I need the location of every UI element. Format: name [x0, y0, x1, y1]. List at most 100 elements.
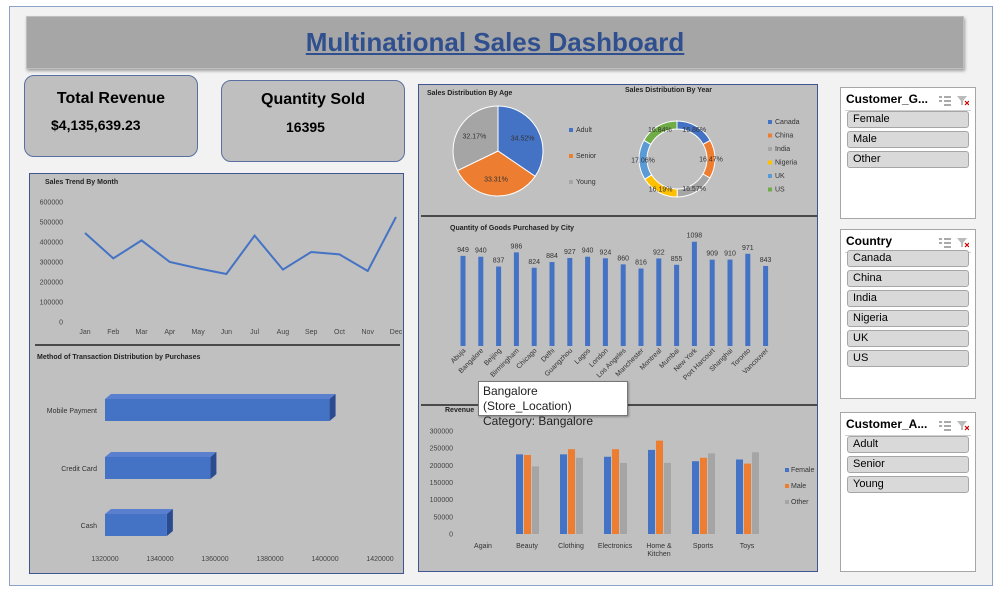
page-title: Multinational Sales Dashboard	[305, 27, 685, 57]
slice-label: 16.57%	[682, 186, 706, 193]
slicer-item-china[interactable]: China	[847, 270, 969, 287]
quantity-sold-value: 16395	[286, 119, 325, 135]
country-slicer[interactable]: Country Canada China India Nigeria UK US	[840, 229, 976, 399]
transaction-bar	[105, 399, 330, 421]
x-tick-label: May	[191, 329, 205, 336]
slicer-item-nigeria[interactable]: Nigeria	[847, 310, 969, 327]
x-tick-label: Again	[474, 543, 492, 550]
x-tick-label: Toys	[740, 543, 755, 550]
bar-top	[105, 509, 173, 514]
revenue-bar	[560, 454, 567, 534]
legend-label: Senior	[576, 153, 597, 160]
multi-select-icon[interactable]	[939, 418, 951, 436]
age-group-slicer[interactable]: Customer_A... Adult Senior Young	[840, 412, 976, 572]
quantity-sold-card: Quantity Sold 16395	[221, 80, 405, 162]
title-banner: Multinational Sales Dashboard	[26, 16, 964, 69]
slice-label: 16.47%	[699, 157, 723, 164]
x-tick-label: Aug	[277, 329, 290, 336]
city-bar	[745, 253, 751, 346]
revenue-bar	[620, 462, 627, 534]
y-tick-label: 300000	[430, 429, 453, 436]
x-tick-label: Jan	[79, 329, 90, 336]
city-bar	[513, 252, 519, 346]
legend-label: Nigeria	[775, 160, 797, 167]
chart-title: Revenue	[445, 407, 474, 414]
slice-label: 16.19%	[649, 186, 673, 193]
revenue-bar	[516, 454, 523, 534]
x-tick-label: Apr	[164, 329, 176, 336]
revenue-bar	[736, 459, 743, 534]
x-tick-label: 1420000	[366, 556, 393, 563]
slice-label: 16.86%	[682, 127, 706, 134]
clear-filter-icon[interactable]	[957, 93, 970, 111]
slice-label: 16.84%	[648, 127, 672, 134]
data-label: 927	[564, 249, 576, 256]
slicer-item-senior[interactable]: Senior	[847, 456, 969, 473]
transaction-bar	[105, 514, 167, 536]
slicer-item-male[interactable]: Male	[847, 131, 969, 148]
revenue-bar	[648, 449, 655, 534]
data-label: 909	[706, 251, 718, 258]
multi-select-icon[interactable]	[939, 93, 951, 111]
clear-filter-icon[interactable]	[957, 418, 970, 436]
age-pie-chart: Sales Distribution By Age 34.52% 33.31% 32.…	[427, 90, 597, 197]
legend-label: India	[775, 146, 790, 153]
data-label: 824	[528, 259, 540, 266]
data-label: 855	[671, 256, 683, 263]
tooltip-line-1: Bangalore (Store_Location)	[483, 384, 572, 413]
city-bar	[567, 257, 573, 346]
chart-tooltip: Bangalore (Store_Location) Category: Ban…	[478, 381, 628, 428]
data-label: 922	[653, 249, 665, 256]
x-tick-label: 1340000	[146, 556, 173, 563]
x-tick-label: 1400000	[311, 556, 338, 563]
slicer-item-female[interactable]: Female	[847, 111, 969, 128]
y-tick-label: 200000	[430, 463, 453, 470]
city-bar	[585, 256, 591, 346]
chart-title: Sales Trend By Month	[45, 179, 118, 186]
quantity-sold-label: Quantity Sold	[261, 91, 365, 108]
city-bar	[496, 266, 502, 346]
y-tick-label: 0	[59, 320, 63, 327]
slicer-item-young[interactable]: Young	[847, 476, 969, 493]
city-bar	[709, 259, 715, 346]
revenue-bar	[532, 466, 539, 534]
y-tick-label: 250000	[430, 446, 453, 453]
slicer-item-india[interactable]: India	[847, 290, 969, 307]
city-bar	[691, 241, 697, 346]
legend-label: Young	[576, 179, 596, 186]
left-charts-svg: Sales Trend By Month 0 100000 200000 300000 4…	[35, 179, 403, 563]
gender-slicer[interactable]: Customer_G... Female Male Other	[840, 87, 976, 219]
data-label: 837	[493, 258, 505, 265]
legend-swatch	[768, 160, 772, 165]
slicer-item-adult[interactable]: Adult	[847, 436, 969, 453]
year-doughnut-chart: Sales Distribution By Year 16.86% 16.47% 16…	[625, 87, 800, 198]
data-label: 986	[511, 243, 523, 250]
transaction-bar	[105, 457, 211, 479]
transaction-method-chart: Method of Transaction Distribution by Pu…	[37, 354, 394, 563]
revenue-bar	[612, 449, 619, 534]
legend-label: Female	[791, 467, 814, 474]
data-label: 924	[600, 249, 612, 256]
slice-label: 33.31%	[484, 176, 508, 183]
x-tick-label: Oct	[334, 329, 345, 336]
bar-top	[105, 452, 217, 457]
data-label: 910	[724, 251, 736, 258]
legend-label: China	[775, 133, 793, 140]
x-tick-label: Jul	[250, 329, 259, 336]
slicer-item-uk[interactable]: UK	[847, 330, 969, 347]
slicer-item-other[interactable]: Other	[847, 151, 969, 168]
legend-label: UK	[775, 173, 785, 180]
revenue-bar	[664, 462, 671, 534]
slicer-item-canada[interactable]: Canada	[847, 250, 969, 267]
slicer-item-us[interactable]: US	[847, 350, 969, 367]
legend-label: Male	[791, 483, 806, 490]
city-bar	[478, 256, 484, 346]
city-bar	[727, 259, 733, 346]
revenue-bar	[708, 453, 715, 534]
x-tick-label: Beauty	[516, 543, 538, 550]
city-bar	[549, 262, 555, 346]
x-tick-label: 1320000	[91, 556, 118, 563]
total-revenue-label: Total Revenue	[56, 90, 166, 107]
legend-swatch	[768, 120, 772, 124]
total-revenue-value: $4,135,639.23	[51, 117, 141, 133]
